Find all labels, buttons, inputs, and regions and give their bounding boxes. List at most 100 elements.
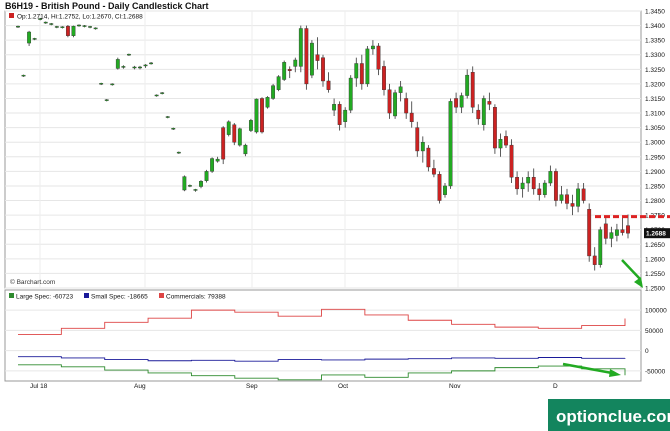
candle-body (537, 188, 542, 195)
candle-body (343, 109, 348, 122)
candle-body (359, 63, 364, 85)
candle-body (204, 171, 209, 181)
candle-body (393, 92, 398, 117)
small-spec-legend: Small Spec: -18665 (91, 294, 148, 301)
candle-body (487, 101, 492, 105)
candle-body (149, 62, 154, 65)
candle-body (121, 66, 126, 68)
price-tick-label: 1.3450 (645, 9, 665, 16)
candle-body (531, 176, 536, 190)
x-tick-sep: Sep (246, 383, 258, 390)
candle-body (254, 98, 259, 133)
large-spec-legend: Large Spec: -60723 (16, 294, 73, 301)
ohlc-legend-text: Op:1.2714, Hi:1.2752, Lo:1.2670, Cl:1.26… (17, 14, 143, 21)
candle-body (370, 45, 375, 50)
candle-body (32, 38, 37, 40)
candle-body (542, 182, 547, 195)
candle-body (420, 142, 425, 152)
candle-body (553, 171, 558, 201)
candle-body (88, 26, 93, 28)
price-tick-label: 1.3300 (645, 52, 665, 59)
candle-body (226, 121, 231, 135)
candle-body (16, 25, 20, 28)
candle-body (215, 158, 220, 162)
candle-body (520, 182, 525, 190)
candle-body (77, 24, 81, 27)
candle-body (348, 77, 353, 111)
price-tick-label: 1.2850 (645, 183, 665, 190)
candle-body (587, 209, 592, 257)
candle-body (526, 176, 531, 184)
x-tick-oct: Oct (338, 383, 348, 390)
candle-body (376, 45, 381, 70)
price-tick-label: 1.2600 (645, 256, 665, 263)
candle-body (481, 98, 486, 125)
price-tick-label: 1.3050 (645, 125, 665, 132)
last-price-badge-text: 1.2688 (646, 231, 666, 238)
candle-body (365, 48, 370, 85)
price-tick-label: 1.3250 (645, 67, 665, 74)
candle-body (287, 69, 292, 71)
candle-body (437, 174, 442, 201)
candle-body (282, 62, 287, 80)
candle-body (293, 59, 298, 67)
candle-body (104, 99, 109, 101)
candle-body (415, 127, 420, 152)
candle-body (82, 25, 87, 27)
candle-body (199, 181, 203, 187)
cot-tick-label: 50000 (645, 328, 663, 335)
candle-body (515, 176, 520, 190)
candle-body (614, 229, 619, 236)
candle-body (187, 185, 192, 187)
candle-body (454, 98, 459, 108)
candle-body (581, 188, 586, 201)
cot-panel (4, 289, 642, 382)
candle-body (448, 101, 453, 187)
ohlc-legend-swatch (9, 13, 14, 18)
barchart-credit: © Barchart.com (10, 278, 55, 286)
candle-body (321, 57, 325, 82)
price-tick-label: 1.2650 (645, 242, 665, 249)
candle-body (509, 144, 514, 178)
candle-body (71, 25, 76, 36)
last-price-badge: 1.2688 (644, 228, 670, 239)
candle-body (609, 232, 614, 239)
x-tick-aug: Aug (134, 383, 146, 390)
candle-body (559, 194, 564, 201)
candle-body (309, 42, 314, 76)
candle-body (382, 66, 386, 90)
candle-body (465, 74, 470, 96)
candle-body (592, 255, 597, 265)
candle-body (548, 171, 553, 184)
price-tick-label: 1.3200 (645, 81, 665, 88)
cot-tick-label: 100000 (645, 308, 667, 315)
price-tick-label: 1.3000 (645, 140, 665, 147)
commercials-legend: Commercials: 79388 (166, 294, 226, 301)
price-tick-label: 1.3400 (645, 23, 665, 30)
candle-body (498, 139, 503, 149)
candle-body (99, 83, 104, 85)
candle-body (409, 112, 414, 123)
candle-body (459, 95, 464, 108)
candle-body (326, 80, 331, 90)
candle-body (298, 28, 303, 67)
price-tick-label: 1.2900 (645, 169, 665, 176)
candle-body (160, 92, 165, 94)
commercials-swatch (159, 293, 164, 298)
x-tick-d: D (553, 383, 558, 390)
candle-body (354, 63, 359, 79)
cot-tick-label: 0 (645, 348, 649, 355)
candle-body (176, 151, 181, 154)
candle-body (504, 136, 508, 146)
candle-body (65, 25, 70, 36)
candle-body (143, 64, 148, 67)
candle-body (603, 223, 608, 239)
candle-body (132, 66, 137, 69)
candle-body (332, 104, 337, 111)
candle-body (431, 168, 436, 175)
candle-body (248, 120, 253, 131)
candle-body (221, 127, 226, 160)
candle-body (27, 31, 32, 44)
candle-body (43, 21, 48, 24)
candle-body (271, 85, 276, 99)
